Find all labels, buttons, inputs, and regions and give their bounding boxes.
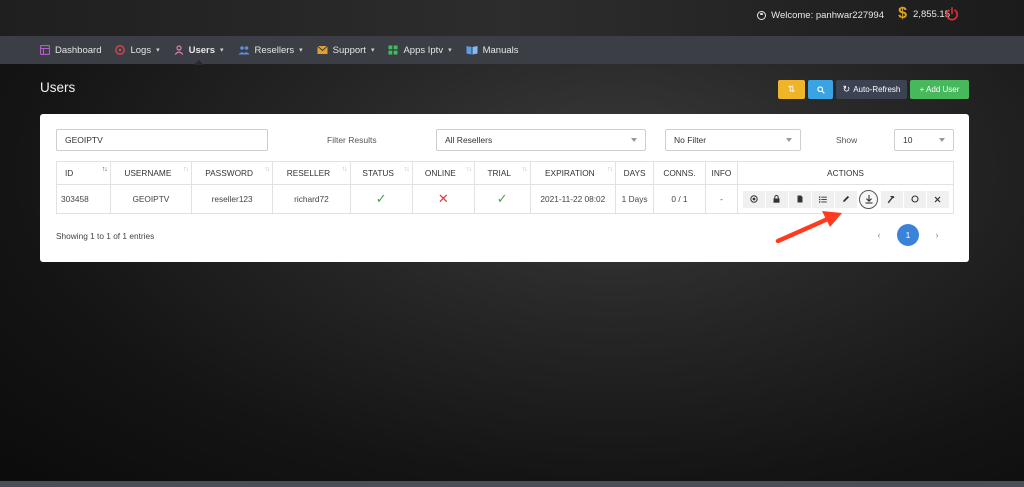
chevron-down-icon: ▾ (299, 47, 303, 54)
user-circle-icon (757, 10, 767, 20)
dashboard-icon (40, 45, 50, 55)
sort-icon: ↑↓ (264, 166, 270, 173)
add-user-button[interactable]: + Add User (910, 80, 969, 99)
sort-icon: ↑↓ (521, 166, 528, 173)
circle-icon[interactable] (903, 190, 926, 208)
entries-info: Showing 1 to 1 of 1 entries (56, 231, 155, 241)
col-username[interactable]: USERNAME ↑↓ (109, 161, 192, 185)
sort-icon: ↑↓ (403, 166, 410, 173)
chevron-down-icon: ▾ (370, 47, 375, 54)
users-icon (174, 45, 183, 55)
nav-logs[interactable]: Logs ▾ (115, 36, 160, 64)
prev-page-icon[interactable]: ‹ (871, 230, 887, 240)
sort-button[interactable]: ⇅ (778, 80, 805, 99)
page-size-select[interactable]: 10 (894, 129, 954, 151)
col-status[interactable]: STATUS ↑↓ (349, 161, 413, 185)
logs-icon (115, 45, 126, 55)
check-icon: ✓ (496, 191, 508, 206)
cell-info: - (704, 184, 739, 214)
red-arrow-annotation-icon (775, 211, 842, 244)
nav-support[interactable]: Support ▾ (316, 36, 375, 64)
main-nav: Dashboard Logs ▾ Users ▾ Resellers ▾ Sup… (0, 36, 1024, 65)
col-conns[interactable]: CONNS. (653, 161, 706, 185)
col-info[interactable]: INFO (704, 161, 739, 185)
chevron-down-icon: ▾ (220, 47, 224, 54)
welcome-label: Welcome: panhwar227994 (771, 9, 884, 21)
cell-online: ✕ (411, 184, 475, 214)
sort-icon: ↑↓ (341, 166, 348, 173)
cell-conns: 0 / 1 (653, 184, 706, 214)
search-input[interactable] (56, 129, 268, 151)
col-online[interactable]: ONLINE ↑↓ (411, 161, 475, 185)
nav-apps-iptv[interactable]: Apps Iptv ▾ (388, 36, 452, 64)
page-1-button[interactable]: 1 (897, 224, 919, 246)
sort-icon: ↑↓ (101, 166, 108, 173)
filter-results-label: Filter Results (327, 135, 377, 145)
col-expiration[interactable]: EXPIRATION ↑↓ (529, 161, 617, 185)
cross-icon: ✕ (437, 191, 449, 206)
cell-id: 303458 (56, 184, 111, 214)
nav-users[interactable]: Users ▾ (174, 36, 224, 65)
bottom-strip (0, 481, 1024, 487)
cell-expiration: 2021-11-22 08:02 (529, 184, 617, 214)
page-title: Users (40, 80, 76, 95)
col-days[interactable]: DAYS (615, 161, 655, 185)
top-bar: Welcome: panhwar227994 $ 2,855.15 (0, 0, 1024, 36)
col-trial[interactable]: TRIAL ↑↓ (473, 161, 531, 185)
next-page-icon[interactable]: › (929, 230, 945, 240)
col-actions: ACTIONS (737, 161, 954, 185)
status-filter-select[interactable]: No Filter (665, 129, 801, 151)
envelope-icon (316, 45, 328, 54)
hammer-icon[interactable] (880, 190, 903, 208)
sort-icon: ↑↓ (182, 166, 189, 173)
download-icon[interactable] (859, 189, 878, 209)
nav-dashboard[interactable]: Dashboard (40, 36, 101, 64)
auto-refresh-button[interactable]: ↻ Auto-Refresh (836, 80, 907, 99)
chevron-down-icon: ▾ (156, 47, 160, 54)
cell-username: GEOIPTV (109, 184, 192, 214)
search-button[interactable] (808, 80, 833, 99)
cell-status: ✓ (349, 184, 413, 214)
caret-down-icon (631, 138, 637, 142)
caret-down-icon (939, 138, 945, 142)
caret-down-icon (786, 138, 792, 142)
power-icon[interactable] (944, 6, 960, 22)
book-icon (466, 46, 478, 55)
show-label: Show (836, 135, 858, 145)
welcome-text: Welcome: panhwar227994 (757, 6, 884, 24)
chevron-down-icon: ▾ (448, 47, 452, 54)
delete-icon[interactable] (926, 190, 949, 208)
apps-grid-icon (388, 45, 398, 55)
col-password[interactable]: PASSWORD ↑↓ (190, 161, 274, 185)
view-icon[interactable] (742, 190, 765, 208)
table-header-row: ID ↑↓ USERNAME ↑↓ PASSWORD ↑↓ RESELLER ↑↓ ST… (56, 161, 954, 185)
nav-resellers[interactable]: Resellers ▾ (238, 36, 303, 64)
resellers-select[interactable]: All Resellers (436, 129, 646, 151)
sort-icon: ↑↓ (465, 166, 472, 173)
search-icon (816, 85, 825, 94)
nav-manuals[interactable]: Manuals (466, 36, 519, 64)
pagination: ‹ 1 › (871, 224, 945, 246)
col-reseller[interactable]: RESELLER ↑↓ (272, 161, 351, 185)
balance: $ 2,855.15 (898, 4, 950, 24)
sort-icon: ⇅ (787, 84, 796, 94)
resellers-icon (238, 46, 250, 55)
refresh-icon: ↻ (842, 84, 851, 94)
dollar-icon: $ (898, 5, 908, 22)
cell-password: reseller123 (190, 184, 274, 214)
col-id[interactable]: ID ↑↓ (56, 161, 111, 185)
cell-days: 1 Days (615, 184, 655, 214)
cell-trial: ✓ (473, 184, 531, 214)
cell-reseller: richard72 (272, 184, 351, 214)
sort-icon: ↑↓ (607, 166, 613, 173)
check-icon: ✓ (375, 191, 387, 206)
